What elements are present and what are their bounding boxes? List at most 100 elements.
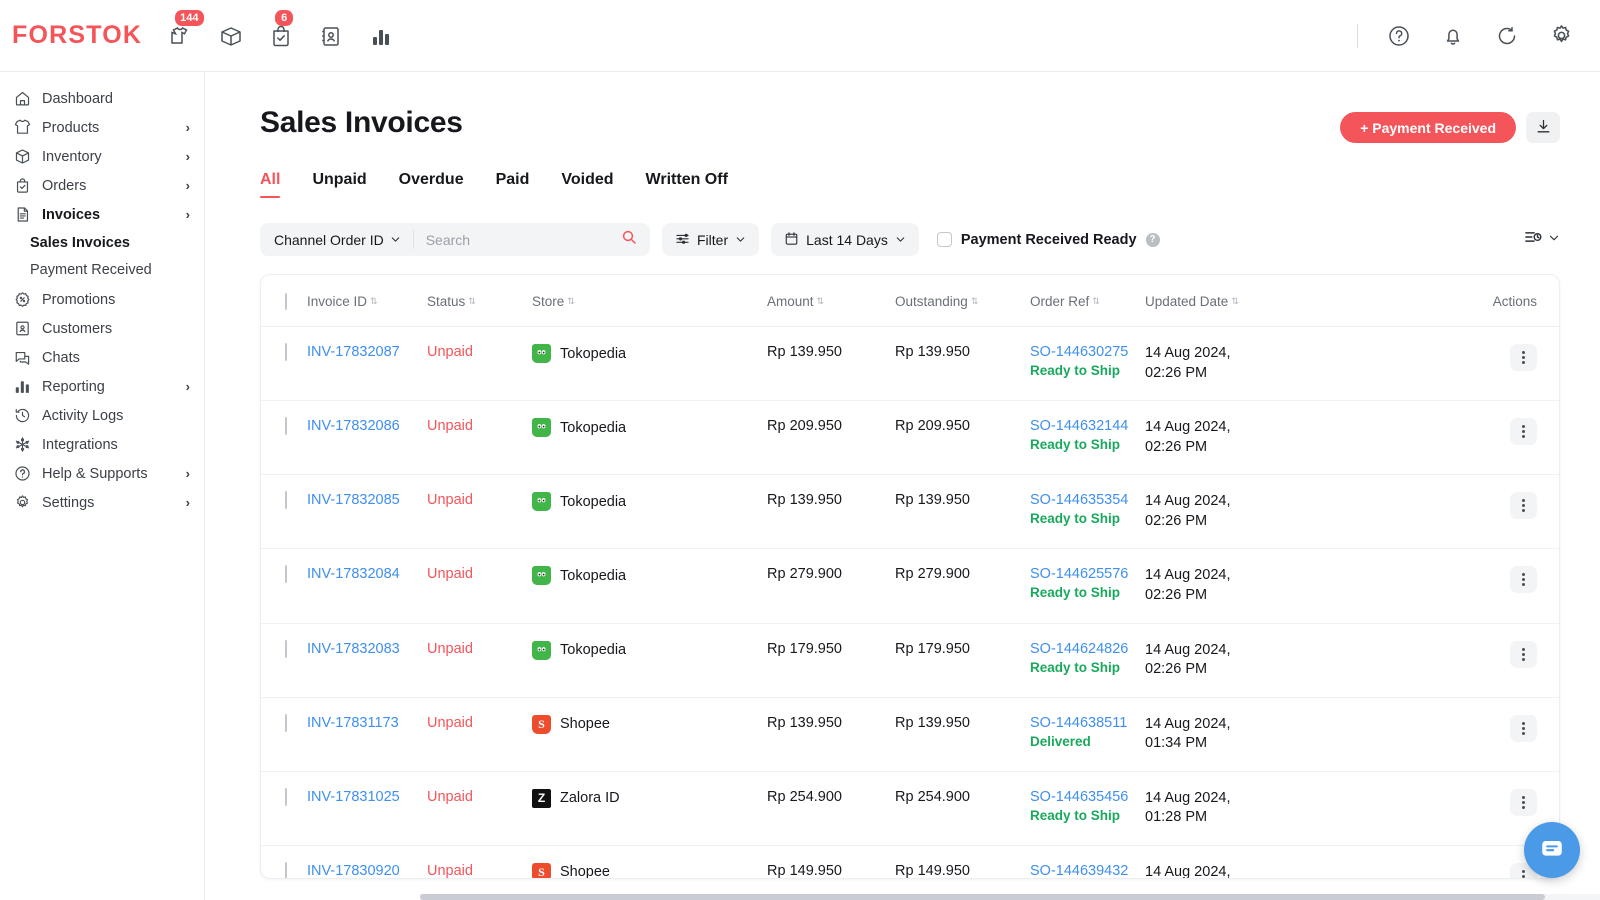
row-actions-menu-button[interactable] (1510, 641, 1537, 668)
search-button[interactable] (608, 229, 650, 250)
order-ref-link[interactable]: SO-144638511 (1030, 715, 1145, 731)
brand-logo[interactable]: FORSTOK (0, 21, 142, 50)
tab-written-off[interactable]: Written Off (646, 171, 728, 198)
row-checkbox[interactable] (285, 343, 287, 361)
row-actions-menu-button[interactable] (1510, 789, 1537, 816)
order-ref-link[interactable]: SO-144635456 (1030, 789, 1145, 805)
sidebar-item-reporting[interactable]: Reporting › (0, 372, 204, 401)
info-icon[interactable]: ? (1146, 233, 1160, 247)
sidebar-item-orders[interactable]: Orders › (0, 171, 204, 200)
row-checkbox[interactable] (285, 714, 287, 732)
refresh-icon[interactable] (1490, 19, 1524, 53)
sidebar-subitem-payment-received[interactable]: Payment Received (0, 256, 204, 283)
sidebar-item-products[interactable]: Products › (0, 113, 204, 142)
column-invoice-id[interactable]: Invoice ID⇅ (307, 275, 427, 327)
sidebar-item-promotions[interactable]: Promotions (0, 285, 204, 314)
row-checkbox[interactable] (285, 788, 287, 806)
column-store[interactable]: Store⇅ (532, 275, 767, 327)
sidebar-item-integrations[interactable]: Integrations (0, 430, 204, 459)
row-checkbox[interactable] (285, 491, 287, 509)
row-checkbox[interactable] (285, 565, 287, 583)
column-updated-date[interactable]: Updated Date⇅ (1145, 275, 1330, 327)
row-actions-menu-button[interactable] (1510, 566, 1537, 593)
row-actions-menu-button[interactable] (1510, 492, 1537, 519)
row-checkbox[interactable] (285, 862, 287, 879)
search-scope-dropdown[interactable]: Channel Order ID (260, 230, 414, 249)
row-actions-menu-button[interactable] (1510, 715, 1537, 742)
invoice-id-link[interactable]: INV-17830920 (307, 863, 400, 879)
row-actions-menu-button[interactable] (1510, 344, 1537, 371)
sidebar-item-chats[interactable]: Chats (0, 343, 204, 372)
invoice-id-link[interactable]: INV-17832087 (307, 344, 400, 360)
sidebar-item-help-supports[interactable]: Help & Supports › (0, 459, 204, 488)
invoice-id-link[interactable]: INV-17831173 (307, 715, 399, 731)
invoice-id-link[interactable]: INV-17832084 (307, 566, 400, 582)
table-row[interactable]: INV-17832086 Unpaid Tokopedia Rp 209.950… (261, 401, 1559, 475)
column-outstanding[interactable]: Outstanding⇅ (895, 275, 1030, 327)
row-actions-menu-button[interactable] (1510, 418, 1537, 445)
inventory-box-icon[interactable] (214, 19, 248, 53)
download-button[interactable] (1526, 112, 1560, 143)
tab-all[interactable]: All (260, 171, 280, 198)
reporting-chart-icon[interactable] (364, 19, 398, 53)
column-amount[interactable]: Amount⇅ (767, 275, 895, 327)
row-checkbox[interactable] (285, 417, 287, 435)
cell-invoice-id: INV-17831173 (307, 697, 427, 771)
table-row[interactable]: INV-17831173 Unpaid SShopee Rp 139.950 R… (261, 697, 1559, 771)
sidebar-item-dashboard[interactable]: Dashboard (0, 84, 204, 113)
sidebar-item-activity-logs[interactable]: Activity Logs (0, 401, 204, 430)
tab-voided[interactable]: Voided (561, 171, 613, 198)
order-ref-link[interactable]: SO-144635354 (1030, 492, 1145, 508)
view-options-button[interactable] (1523, 228, 1560, 251)
outstanding-value: Rp 139.950 (895, 344, 970, 360)
payment-received-ready-filter[interactable]: Payment Received Ready ? (937, 232, 1160, 248)
products-icon[interactable]: 144 (164, 19, 198, 53)
sidebar-item-inventory[interactable]: Inventory › (0, 142, 204, 171)
updated-time: 02:26 PM (1145, 364, 1330, 384)
date-range-dropdown[interactable]: Last 14 Days (771, 223, 919, 256)
orders-bag-icon[interactable]: 6 (264, 19, 298, 53)
table-row[interactable]: INV-17832087 Unpaid Tokopedia Rp 139.950… (261, 327, 1559, 401)
order-ref-link[interactable]: SO-144632144 (1030, 418, 1145, 434)
tab-overdue[interactable]: Overdue (399, 171, 464, 198)
chat-widget-button[interactable] (1524, 822, 1580, 878)
notification-bell-icon[interactable] (1436, 19, 1470, 53)
column-order-ref[interactable]: Order Ref⇅ (1030, 275, 1145, 327)
add-payment-received-button[interactable]: + Payment Received (1340, 112, 1516, 143)
payment-received-ready-checkbox[interactable] (937, 232, 952, 247)
products-badge: 144 (175, 10, 203, 26)
column-status[interactable]: Status⇅ (427, 275, 532, 327)
sidebar-item-customers[interactable]: Customers (0, 314, 204, 343)
sidebar-subitem-sales-invoices[interactable]: Sales Invoices (0, 229, 204, 256)
sidebar-item-settings[interactable]: Settings › (0, 488, 204, 517)
table-row[interactable]: INV-17831025 Unpaid ZZalora ID Rp 254.90… (261, 771, 1559, 845)
order-ref-link[interactable]: SO-144639432 (1030, 863, 1145, 879)
cell-actions (1330, 401, 1559, 475)
sidebar-item-invoices[interactable]: Invoices › (0, 200, 204, 229)
table-row[interactable]: INV-17830920 Unpaid SShopee Rp 149.950 R… (261, 845, 1559, 879)
filter-dropdown[interactable]: Filter (662, 223, 759, 256)
tab-unpaid[interactable]: Unpaid (312, 171, 366, 198)
cell-updated-date: 14 Aug 2024, 02:26 PM (1145, 475, 1330, 549)
row-checkbox[interactable] (285, 640, 287, 658)
select-all-checkbox[interactable] (285, 293, 287, 310)
invoice-id-link[interactable]: INV-17832085 (307, 492, 400, 508)
horizontal-scrollbar[interactable] (420, 894, 1600, 900)
table-row[interactable]: INV-17832084 Unpaid Tokopedia Rp 279.900… (261, 549, 1559, 623)
search-input[interactable] (414, 232, 608, 248)
help-icon[interactable] (1382, 19, 1416, 53)
tokopedia-logo-icon (532, 492, 551, 511)
order-ref-link[interactable]: SO-144630275 (1030, 344, 1145, 360)
tab-paid[interactable]: Paid (496, 171, 530, 198)
invoice-id-link[interactable]: INV-17831025 (307, 789, 400, 805)
settings-gear-icon[interactable] (1544, 19, 1578, 53)
table-row[interactable]: INV-17832083 Unpaid Tokopedia Rp 179.950… (261, 623, 1559, 697)
cell-invoice-id: INV-17832086 (307, 401, 427, 475)
invoice-id-link[interactable]: INV-17832083 (307, 641, 400, 657)
table-row[interactable]: INV-17832085 Unpaid Tokopedia Rp 139.950… (261, 475, 1559, 549)
customers-icon[interactable] (314, 19, 348, 53)
order-ref-link[interactable]: SO-144625576 (1030, 566, 1145, 582)
scrollbar-thumb[interactable] (420, 894, 1545, 900)
order-ref-link[interactable]: SO-144624826 (1030, 641, 1145, 657)
invoice-id-link[interactable]: INV-17832086 (307, 418, 400, 434)
